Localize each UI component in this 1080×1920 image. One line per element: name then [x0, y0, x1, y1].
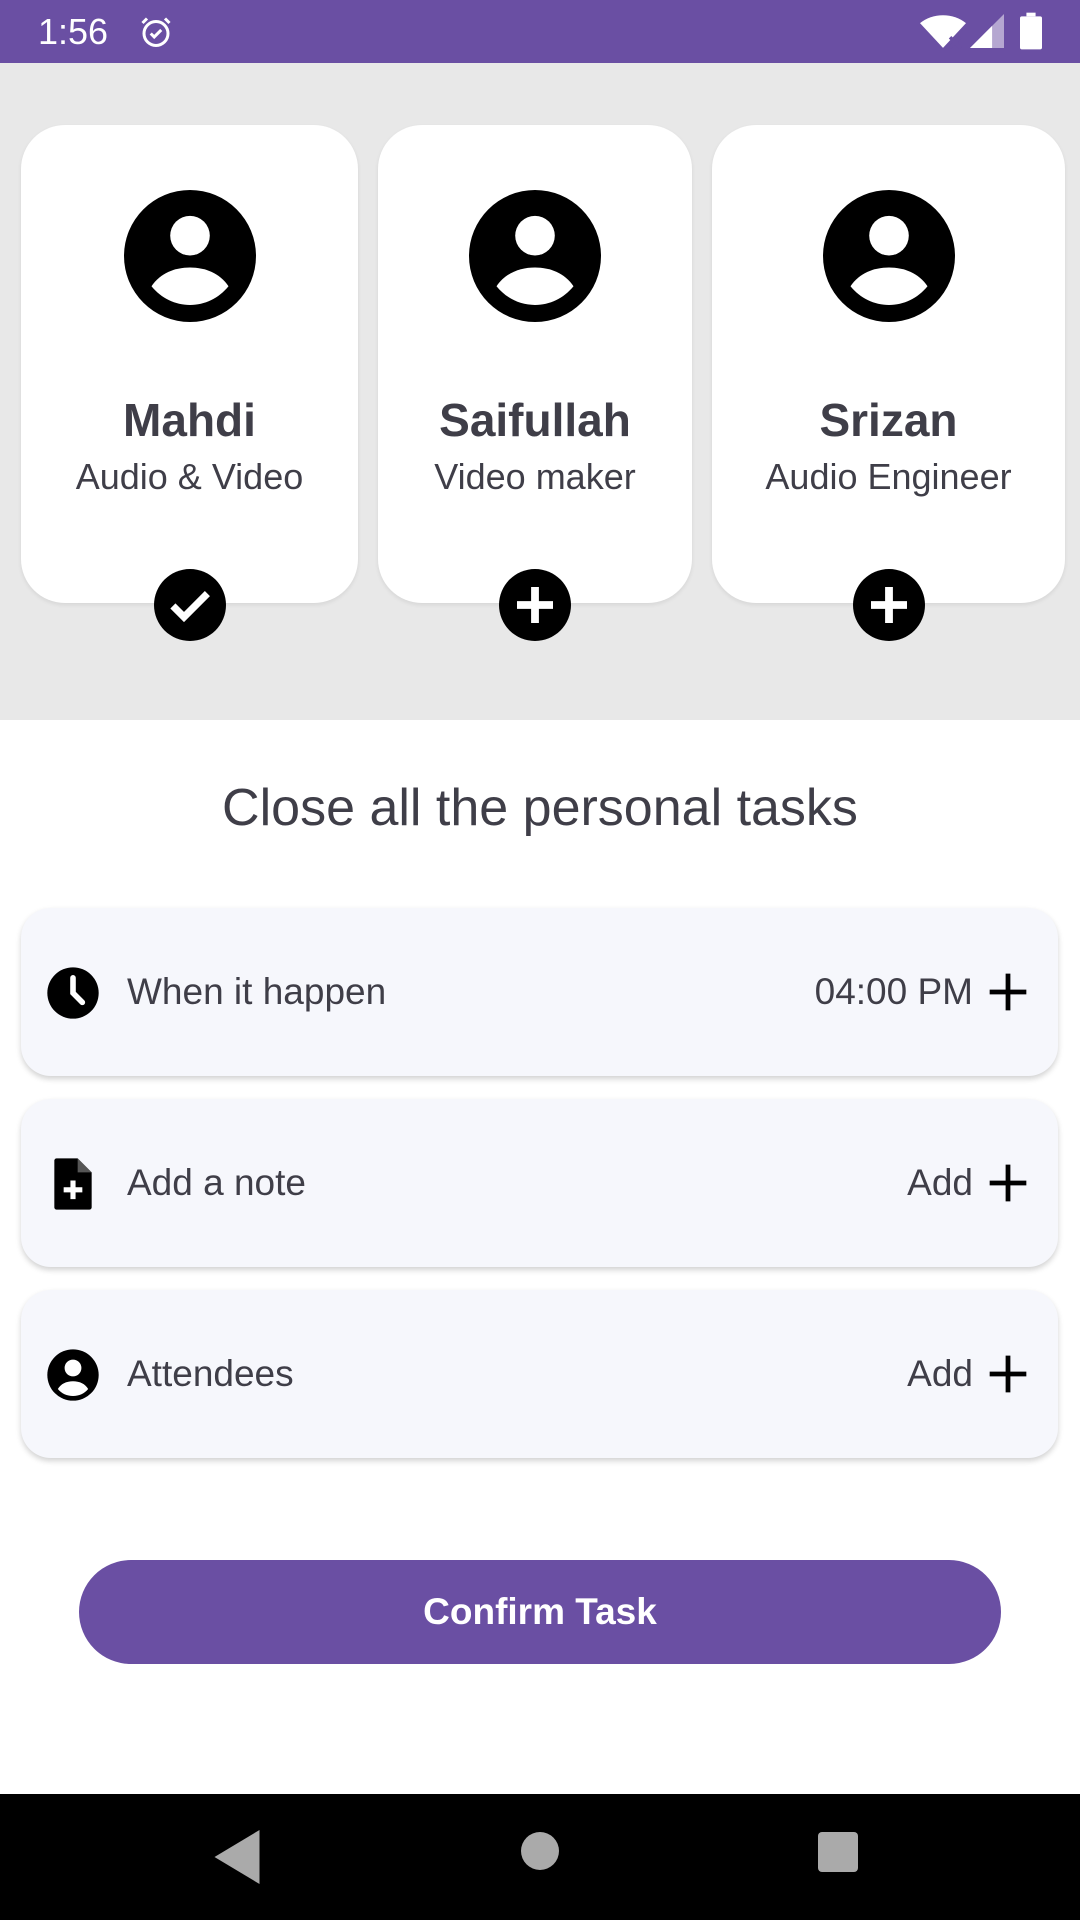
add-note-label[interactable]: Add — [907, 1159, 973, 1207]
confirm-task-button[interactable]: Confirm Task — [79, 1560, 1001, 1664]
note-add-icon — [54, 1158, 92, 1210]
recents-icon[interactable] — [818, 1832, 858, 1872]
account-circle-icon — [469, 190, 601, 322]
plus-icon[interactable] — [986, 970, 1030, 1014]
plus-icon[interactable] — [986, 1161, 1030, 1205]
member-name: Saifullah — [439, 394, 631, 446]
row-label: Add a note — [127, 1162, 306, 1203]
person-icon — [47, 1349, 99, 1401]
member-card-saifullah[interactable]: Saifullah Video maker — [378, 125, 692, 641]
check-circle-icon[interactable] — [153, 569, 226, 641]
attendees-row[interactable]: Attendees Add — [21, 1290, 1058, 1458]
note-row[interactable]: Add a note Add — [21, 1099, 1058, 1267]
row-label: Attendees — [127, 1353, 294, 1394]
member-card-mahdi[interactable]: Mahdi Audio & Video — [21, 125, 358, 641]
row-label: When it happen — [127, 971, 387, 1012]
member-name: Mahdi — [123, 394, 256, 446]
wifi-icon — [920, 15, 966, 50]
status-time: 1:56 — [38, 11, 109, 52]
task-title: Close all the personal tasks — [222, 779, 858, 837]
status-bar: 1:56 — [0, 0, 1080, 63]
when-row[interactable]: When it happen 04:00 PM — [21, 908, 1058, 1076]
clock-icon — [47, 967, 99, 1019]
member-role: Audio & Video — [75, 456, 304, 497]
plus-icon[interactable] — [986, 1352, 1030, 1396]
alarm-icon — [141, 17, 171, 47]
member-name: Srizan — [819, 394, 958, 446]
add-attendees-label[interactable]: Add — [907, 1350, 973, 1398]
plus-circle-icon[interactable] — [499, 569, 571, 641]
member-role: Video maker — [434, 456, 636, 497]
time-value[interactable]: 04:00 PM — [815, 968, 973, 1016]
battery-icon — [1020, 12, 1042, 50]
member-role: Audio Engineer — [765, 456, 1012, 497]
member-card-srizan[interactable]: Srizan Audio Engineer — [712, 125, 1065, 641]
signal-icon — [970, 14, 1004, 48]
back-icon[interactable] — [214, 1830, 260, 1884]
account-circle-icon — [123, 190, 256, 322]
account-circle-icon — [822, 190, 955, 322]
navigation-bar — [0, 1794, 1080, 1920]
plus-circle-icon[interactable] — [852, 569, 925, 641]
home-icon[interactable] — [521, 1832, 559, 1870]
